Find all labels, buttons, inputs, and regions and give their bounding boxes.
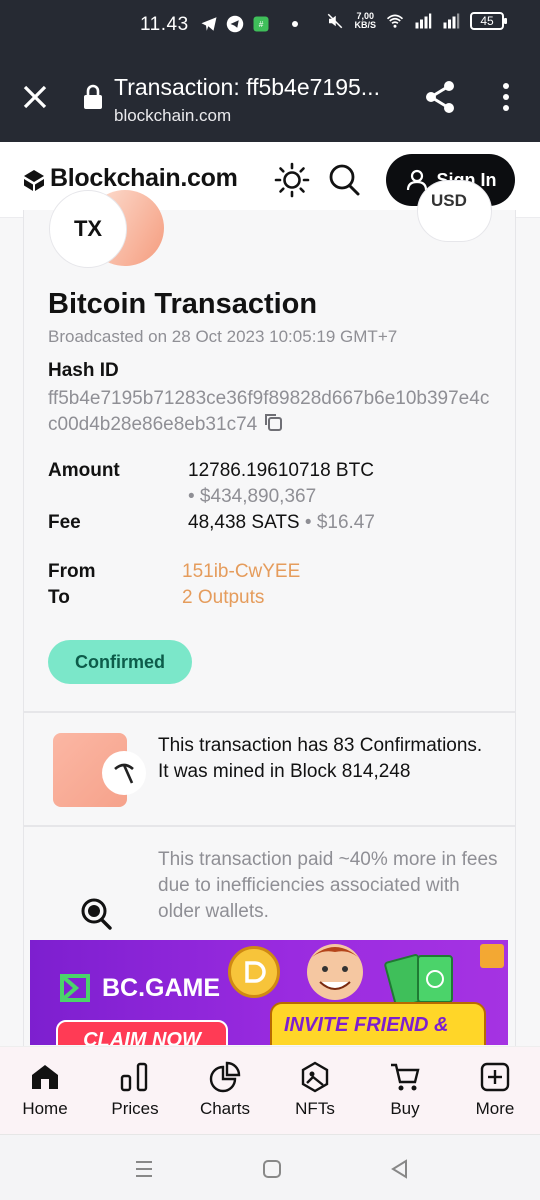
fee-label: Fee xyxy=(48,512,81,533)
bottom-navigation: Home Prices Charts NFTs Buy More xyxy=(0,1046,540,1134)
pie-chart-icon xyxy=(209,1061,241,1093)
close-icon[interactable] xyxy=(20,82,50,112)
to-label: To xyxy=(48,587,70,608)
logo-text[interactable]: Blockchain.com xyxy=(50,164,238,193)
owl-icon xyxy=(480,944,504,968)
ad-claim-button[interactable]: CLAIM NOW xyxy=(56,1020,228,1045)
status-badge: Confirmed xyxy=(48,640,192,684)
pickaxe-badge xyxy=(102,751,146,795)
more-options-icon[interactable] xyxy=(496,82,516,112)
transaction-card: TX USD Bitcoin Transaction Broadcasted o… xyxy=(23,180,516,712)
fee-note-text: This transaction paid ~40% more in fees … xyxy=(158,849,498,922)
coin-icon xyxy=(228,946,280,998)
cart-icon xyxy=(391,1063,420,1091)
telegram-icon xyxy=(226,15,244,33)
status-system-icons: 7,00 KB/S 45 xyxy=(326,11,507,30)
amount-label: Amount xyxy=(48,460,120,481)
from-address-link[interactable]: 151ib-CwYEE xyxy=(182,561,300,583)
browser-page-title: Transaction: ff5b4e7195... xyxy=(114,74,380,100)
app-notification-icon: # xyxy=(253,16,269,32)
nav-more[interactable]: More xyxy=(450,1047,540,1134)
search-icon[interactable] xyxy=(328,163,360,197)
signal-icon-2 xyxy=(443,13,460,29)
telegram-send-icon xyxy=(201,17,217,31)
signal-icon xyxy=(415,13,432,29)
nav-nfts[interactable]: NFTs xyxy=(270,1047,360,1134)
nft-icon xyxy=(301,1061,329,1093)
currency-toggle-button[interactable]: USD xyxy=(417,180,492,242)
ad-banner[interactable]: BC.GAME CLAIM NOW INVITE FRIEND & xyxy=(30,940,508,1045)
ad-invite-button[interactable]: INVITE FRIEND & xyxy=(270,1002,486,1045)
to-outputs-link[interactable]: 2 Outputs xyxy=(182,587,264,609)
svg-text:#: # xyxy=(259,20,264,29)
mute-icon xyxy=(328,13,343,29)
wifi-icon xyxy=(386,14,404,28)
hash-id-value: ff5b4e7195b71283ce36f9f89828d667b6e10b39… xyxy=(48,388,490,435)
status-notification-icons: # xyxy=(200,15,298,33)
bc-game-logo-icon xyxy=(60,974,90,1002)
confirmations-card: This transaction has 83 Confirmations. I… xyxy=(23,712,516,826)
browser-toolbar: Transaction: ff5b4e7195... blockchain.co… xyxy=(0,50,540,142)
lock-icon xyxy=(84,84,102,109)
blockchain-logo-icon[interactable] xyxy=(22,168,46,192)
mascot-image xyxy=(305,944,365,1000)
nav-prices[interactable]: Prices xyxy=(90,1047,180,1134)
copy-icon[interactable] xyxy=(263,412,283,432)
share-icon[interactable] xyxy=(424,80,456,114)
hash-label: Hash ID xyxy=(48,360,119,381)
cash-image xyxy=(384,954,453,1008)
ad-brand: BC.GAME xyxy=(58,970,220,1006)
amount-btc: 12786.19610718 BTC xyxy=(188,460,374,481)
browser-url: blockchain.com xyxy=(114,106,232,125)
tx-badge: TX xyxy=(49,190,127,268)
pickaxe-icon xyxy=(114,763,134,784)
transaction-title: Bitcoin Transaction xyxy=(48,288,318,320)
home-button-icon[interactable] xyxy=(262,1159,282,1179)
network-speed: 7,00 KB/S xyxy=(354,11,376,30)
status-time: 11.43 xyxy=(140,14,189,35)
plus-square-icon xyxy=(480,1062,510,1092)
fee-value: 48,438 SATS • $16.47 xyxy=(188,512,375,533)
theme-toggle-sun-icon[interactable] xyxy=(274,162,310,198)
from-label: From xyxy=(48,561,96,582)
battery-indicator: 45 xyxy=(470,12,507,30)
recent-apps-icon[interactable] xyxy=(134,1159,154,1179)
nav-charts[interactable]: Charts xyxy=(180,1047,270,1134)
nav-home[interactable]: Home xyxy=(0,1047,90,1134)
magnifier-icon xyxy=(81,898,112,930)
broadcast-time: Broadcasted on 28 Oct 2023 10:05:19 GMT+… xyxy=(48,327,398,346)
home-icon xyxy=(32,1065,58,1089)
bar-chart-icon xyxy=(120,1062,148,1092)
system-navigation-bar xyxy=(0,1134,540,1200)
confirmations-text: This transaction has 83 Confirmations. I… xyxy=(158,735,483,782)
amount-usd: • $434,890,367 xyxy=(188,486,317,507)
currency-toggle-label: USD xyxy=(431,191,467,210)
nav-buy[interactable]: Buy xyxy=(360,1047,450,1134)
more-notifications-dot xyxy=(292,21,298,27)
status-bar: 11.43 # 7,00 KB/S 45 xyxy=(0,0,540,50)
back-icon[interactable] xyxy=(390,1159,410,1179)
